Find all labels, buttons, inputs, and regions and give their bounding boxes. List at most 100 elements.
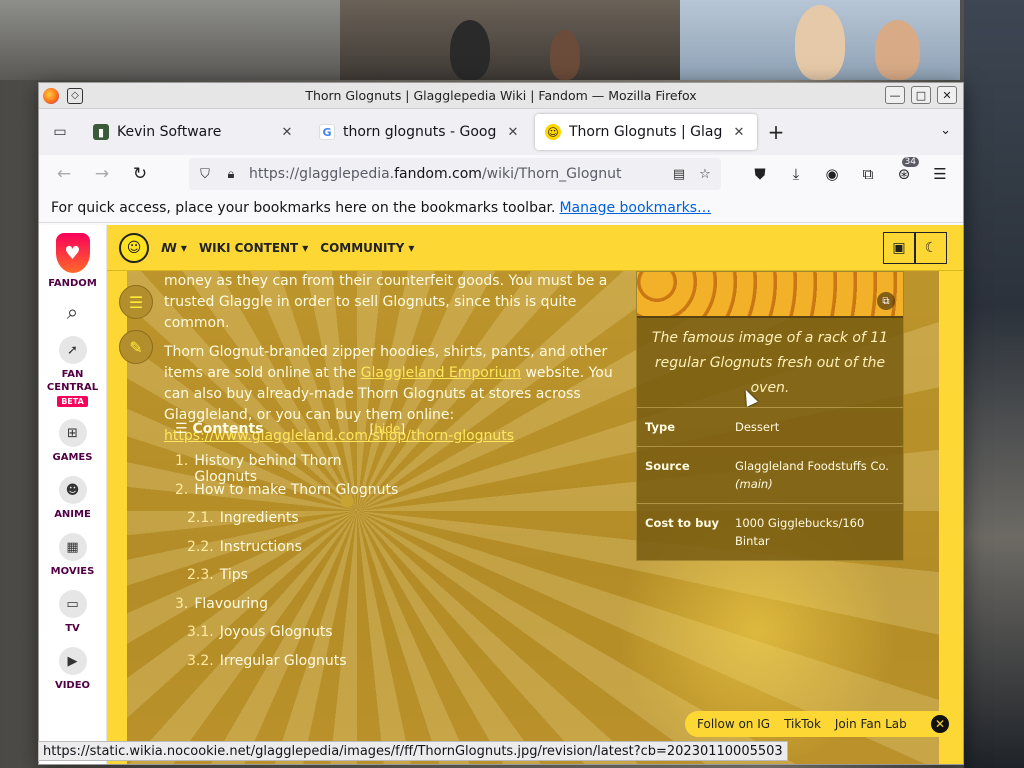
tab-label: thorn glognuts - Google S xyxy=(343,124,497,140)
toc-list-icon: ☰ xyxy=(175,421,188,437)
toc-number: 3.1. xyxy=(187,624,214,640)
beta-badge: BETA xyxy=(57,396,88,407)
chevron-down-icon: ▾ xyxy=(408,240,415,255)
fandom-logo-icon[interactable]: ♥ xyxy=(55,233,90,273)
participant-silhouette xyxy=(795,5,845,80)
edit-pencil-icon[interactable]: ✎ xyxy=(119,330,153,364)
rail-label-anime: ANIME xyxy=(54,509,91,520)
wiki-explore-menu[interactable]: ꟿ ▾ xyxy=(161,241,187,255)
back-button[interactable]: ← xyxy=(47,159,81,189)
downloads-icon[interactable]: ⤓ xyxy=(781,159,811,189)
toc-item[interactable]: 2. How to make Thorn Glognuts xyxy=(175,482,405,511)
participant-silhouette xyxy=(550,30,580,80)
rail-item-games[interactable]: ⊞ GAMES xyxy=(52,419,93,464)
lock-icon[interactable]: 🔒︎ xyxy=(223,167,239,182)
background-right-strip xyxy=(964,0,1024,768)
manage-bookmarks-link[interactable]: Manage bookmarks… xyxy=(559,200,711,216)
wiki-content-label: WIKI CONTENT xyxy=(198,240,299,255)
toc-hide-toggle[interactable]: [hide] xyxy=(370,422,405,436)
toc-header: ☰ Contents [hide] xyxy=(175,421,405,437)
rail-label-games: GAMES xyxy=(52,452,93,463)
anime-icon: ☻ xyxy=(58,476,87,504)
reader-view-icon[interactable]: ▤ xyxy=(671,167,687,182)
close-tab-icon[interactable]: ✕ xyxy=(731,125,747,140)
close-tab-icon[interactable]: ✕ xyxy=(505,125,521,140)
fandom-global-nav: ♥ FANDOM ⌕ ➚ FAN CENTRAL BETA ⊞ GAMES ☻ … xyxy=(39,225,107,764)
toc-toggle-icon[interactable]: ☰ xyxy=(119,285,153,319)
toc-label: Instructions xyxy=(219,538,302,555)
toc-item[interactable]: 2.3. Tips xyxy=(175,567,405,596)
maximize-button[interactable]: □ xyxy=(911,86,931,104)
toc-item[interactable]: 1. History behind Thorn Glognuts xyxy=(175,453,405,485)
tab-list-icon[interactable]: ▭ xyxy=(49,121,71,143)
close-banner-icon[interactable]: ✕ xyxy=(931,715,949,733)
rail-item-fan-central[interactable]: ➚ FAN CENTRAL BETA xyxy=(39,336,106,407)
toc-item[interactable]: 3. Flavouring xyxy=(175,596,405,625)
url-prefix: https://glagglepedia. xyxy=(249,166,395,182)
kevin-software-favicon-icon: ▮ xyxy=(93,124,109,140)
community-menu[interactable]: COMMUNITY ▾ xyxy=(320,241,414,255)
rail-item-tv[interactable]: ▭ TV xyxy=(58,590,87,635)
menu-icon[interactable]: ☰ xyxy=(925,159,955,189)
glognuts-image[interactable]: ⧉ xyxy=(637,272,903,318)
extensions-icon[interactable]: ⧉ xyxy=(853,159,883,189)
pocket-icon[interactable]: ⛊ xyxy=(745,159,775,189)
toc-label: Flavouring xyxy=(194,595,269,612)
url-path: /wiki/Thorn_Glognut xyxy=(481,166,622,182)
discussions-icon[interactable]: ▣ xyxy=(883,232,915,264)
forward-button[interactable]: → xyxy=(85,159,119,189)
rail-item-anime[interactable]: ☻ ANIME xyxy=(54,476,91,521)
minimize-button[interactable]: — xyxy=(885,86,905,104)
window-titlebar[interactable]: ◇ Thorn Glognuts | Glagglepedia Wiki | F… xyxy=(39,83,963,109)
close-button[interactable]: ✕ xyxy=(937,86,957,104)
dark-mode-icon[interactable]: ☾ xyxy=(915,232,947,264)
extension-badge-icon[interactable]: ⊛ 34 xyxy=(889,157,919,189)
community-label: COMMUNITY xyxy=(320,240,405,255)
toc-hide-label[interactable]: hide xyxy=(374,422,400,436)
wiki-logo-icon[interactable]: ☺ xyxy=(119,232,149,263)
expand-image-icon[interactable]: ⧉ xyxy=(877,292,895,310)
rail-label-video: VIDEO xyxy=(54,680,91,691)
tiktok-link[interactable]: TikTok xyxy=(784,717,821,731)
fandom-label: FANDOM xyxy=(48,278,97,289)
infobox-key: Cost to buy xyxy=(645,516,720,530)
toc-item[interactable]: 2.2. Instructions xyxy=(175,539,405,568)
chevron-down-icon: ▾ xyxy=(302,240,309,255)
bookmarks-message: For quick access, place your bookmarks h… xyxy=(51,199,556,216)
shield-icon[interactable]: ⛉ xyxy=(197,167,213,182)
url-bar[interactable]: ⛉ 🔒︎ https://glagglepedia.fandom.com/wik… xyxy=(189,158,721,190)
close-tab-icon[interactable]: ✕ xyxy=(279,125,295,140)
infobox-key: Type xyxy=(645,420,676,434)
participant-silhouette xyxy=(450,20,490,80)
toc-item[interactable]: 2.1. Ingredients xyxy=(175,510,405,539)
toc-number: 2.2. xyxy=(187,538,214,555)
tab-thorn-glognuts[interactable]: ☺ Thorn Glognuts | Glaggle ✕ xyxy=(535,114,757,150)
toc-title: Contents xyxy=(192,421,264,437)
wiki-header: ☺ ꟿ ▾ WIKI CONTENT ▾ COMMUNITY ▾ ▣ ☾ xyxy=(107,225,963,271)
account-icon[interactable]: ◉ xyxy=(817,159,847,189)
toc-label: How to make Thorn Glognuts xyxy=(194,481,399,498)
search-icon[interactable]: ⌕ xyxy=(67,300,78,324)
new-tab-button[interactable]: + xyxy=(761,117,791,147)
tab-kevin-software[interactable]: ▮ Kevin Software ✕ xyxy=(83,114,305,150)
toc-label: Ingredients xyxy=(219,510,299,526)
pin-icon[interactable]: ◇ xyxy=(67,87,83,104)
paragraph-counterfeit: money as they can from their counterfeit… xyxy=(164,273,608,331)
wiki-content-menu[interactable]: WIKI CONTENT ▾ xyxy=(199,241,308,255)
url-domain: fandom.com xyxy=(394,166,482,182)
bookmark-star-icon[interactable]: ☆ xyxy=(697,167,713,182)
url-text[interactable]: https://glagglepedia.fandom.com/wiki/Tho… xyxy=(249,166,661,182)
follow-ig-link[interactable]: Follow on IG xyxy=(697,717,770,731)
list-all-tabs-icon[interactable]: ⌄ xyxy=(940,123,951,138)
toc-item[interactable]: 3.2. Irregular Glognuts xyxy=(175,653,405,682)
rail-item-movies[interactable]: ▦ MOVIES xyxy=(51,533,94,578)
explore-icon: ꟿ xyxy=(161,240,177,255)
tab-google-search[interactable]: G thorn glognuts - Google S ✕ xyxy=(309,114,531,150)
window-title: Thorn Glognuts | Glagglepedia Wiki | Fan… xyxy=(305,88,697,103)
join-fan-lab-link[interactable]: Join Fan Lab xyxy=(835,717,907,731)
reload-button[interactable]: ↻ xyxy=(123,159,157,189)
glaggleland-emporium-link[interactable]: Glaggleland Emporium xyxy=(361,365,521,381)
toc-item[interactable]: 3.1. Joyous Glognuts xyxy=(175,624,405,653)
rail-item-video[interactable]: ▶ VIDEO xyxy=(55,647,90,692)
firefox-window: ◇ Thorn Glognuts | Glagglepedia Wiki | F… xyxy=(38,82,964,765)
